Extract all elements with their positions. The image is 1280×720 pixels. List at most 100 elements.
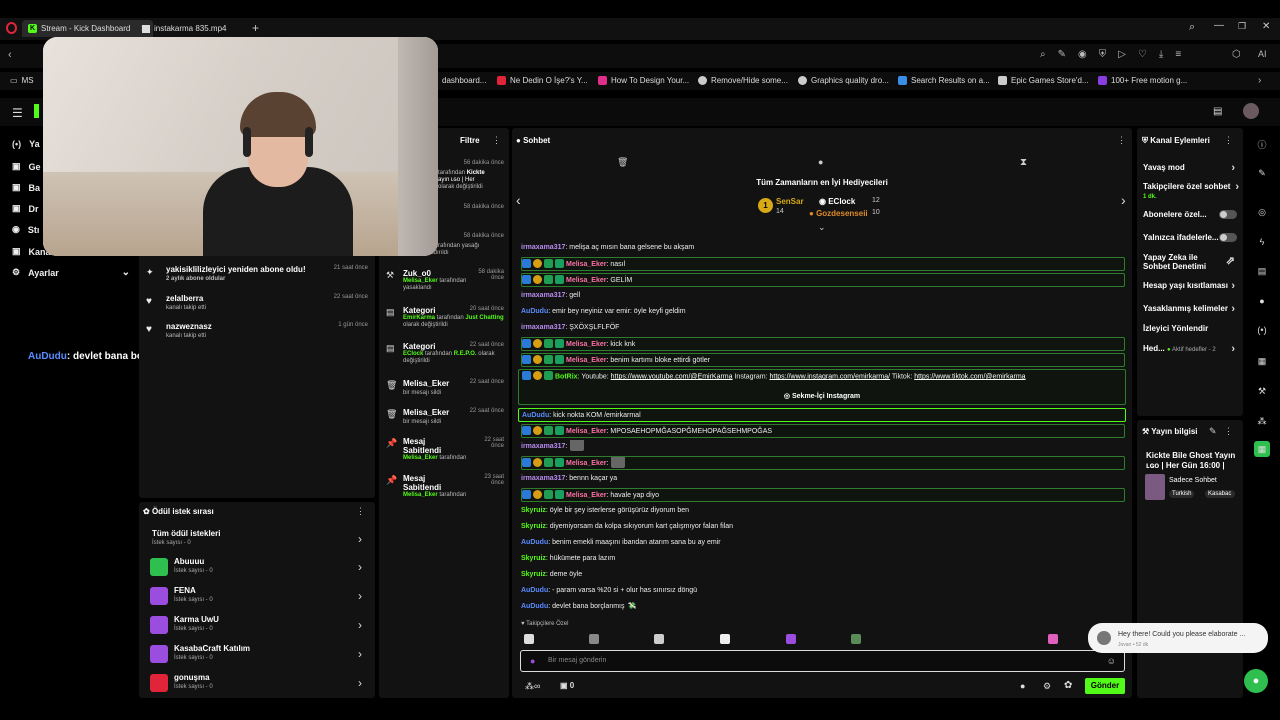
toggle-switch[interactable]: [1219, 210, 1237, 219]
chat-bubble-icon[interactable]: ●: [818, 157, 823, 167]
action-emotes-only[interactable]: Yalnızca ifadelerle...: [1143, 233, 1239, 242]
emote-icon[interactable]: [1048, 634, 1058, 644]
more-icon[interactable]: ⋮: [1224, 135, 1233, 146]
users-icon[interactable]: ⁂∞: [525, 681, 540, 692]
action-raid[interactable]: İzleyici Yönlendir: [1143, 324, 1239, 333]
bookmark-ms[interactable]: ▭ MS: [10, 76, 34, 85]
mic-icon[interactable]: ●: [530, 656, 535, 666]
bookmark-remove[interactable]: Remove/Hide some...: [698, 76, 788, 85]
share-icon[interactable]: ⁂: [1252, 411, 1272, 431]
prev-arrow-icon[interactable]: ‹: [516, 192, 521, 208]
more-icon[interactable]: ⋮: [1117, 135, 1126, 146]
notification-toast[interactable]: Hey there! Could you please elaborate ..…: [1088, 623, 1268, 653]
points-display[interactable]: ▣ 0: [560, 681, 574, 690]
heart-icon[interactable]: ♡: [1138, 49, 1147, 60]
action-banned-words[interactable]: Yasaklanmış kelimeler ›: [1143, 303, 1239, 315]
stream-category[interactable]: Sadece Sohbet: [1169, 477, 1217, 484]
next-arrow-icon[interactable]: ›: [1121, 192, 1126, 208]
inbox-icon[interactable]: ▤: [1213, 106, 1222, 117]
reward-item[interactable]: Karma UwU İstek sayısı - 0 ›: [150, 613, 362, 637]
instagram-tab-button[interactable]: ◎ Sekme-İçi Instagram: [519, 392, 1125, 400]
tag-badge[interactable]: Kasabac: [1205, 490, 1235, 498]
back-icon[interactable]: ‹: [8, 49, 12, 61]
reward-item[interactable]: FENA İstek sayısı - 0 ›: [150, 584, 362, 608]
emote-icon[interactable]: [786, 634, 796, 644]
shield-icon[interactable]: ⛨: [1099, 49, 1107, 60]
target-icon[interactable]: ◎: [1252, 202, 1272, 222]
category-thumbnail[interactable]: [1145, 474, 1165, 500]
chat-widget-button[interactable]: ●: [1244, 669, 1268, 693]
gifter-name[interactable]: SenSar: [776, 197, 804, 206]
reward-item[interactable]: gonuşma İstek sayısı - 0 ›: [150, 671, 362, 695]
bookmark-motion[interactable]: 100+ Free motion g...: [1098, 76, 1187, 85]
nav-item-2[interactable]: ▣ Ba: [12, 182, 40, 193]
gear-icon[interactable]: ⚙: [1043, 681, 1051, 692]
bookmark-graphics[interactable]: Graphics quality dro...: [798, 76, 889, 85]
tiktok-link[interactable]: https://www.tiktok.com/@emirkarma: [914, 373, 1025, 380]
instagram-link[interactable]: https://www.instagram.com/emirkarma/: [770, 373, 891, 380]
send-button[interactable]: Gönder: [1085, 678, 1125, 694]
nav-item-1[interactable]: ▣ Ge: [12, 161, 41, 172]
broadcast-icon[interactable]: (•): [1252, 320, 1272, 340]
emoji-icon[interactable]: ☺: [1107, 656, 1116, 666]
gift-icon[interactable]: ✿: [1064, 680, 1072, 691]
zoom-icon[interactable]: ⌕: [1040, 49, 1046, 60]
bookmark-design[interactable]: How To Design Your...: [598, 76, 689, 85]
extensions-icon[interactable]: ⬡: [1232, 49, 1241, 60]
trash-icon[interactable]: 🗑: [617, 157, 628, 168]
edit-icon[interactable]: ✎: [1209, 426, 1217, 437]
gifter-name[interactable]: ◉ EClock: [819, 197, 855, 206]
action-subscribers-only[interactable]: Abonelere özel...: [1143, 210, 1239, 219]
list-icon[interactable]: ▤: [1252, 261, 1272, 281]
nav-item-0[interactable]: (•) Ya: [12, 139, 40, 149]
avatar[interactable]: [1243, 103, 1259, 119]
emote-icon[interactable]: [720, 634, 730, 644]
collapse-icon[interactable]: ⌄: [818, 222, 826, 233]
more-icon[interactable]: ⋮: [356, 506, 365, 517]
more-icon[interactable]: ⋮: [492, 135, 501, 146]
action-ai-moderation[interactable]: Yapay Zeka ile Sohbet Denetimi ⇗: [1143, 253, 1239, 271]
toggle-switch[interactable]: [1219, 233, 1237, 242]
camera-icon[interactable]: ◉: [1078, 49, 1087, 60]
kick-logo[interactable]: [34, 104, 39, 118]
gifter-name[interactable]: ● Gozdesenseii: [809, 209, 868, 218]
chat-input[interactable]: ● Bir mesaj gönderin ☺: [520, 650, 1125, 672]
nav-item-3[interactable]: ▣ Dr: [12, 203, 39, 214]
reward-item[interactable]: KasabaCraft Katılım İstek sayısı - 0 ›: [150, 642, 362, 666]
more-icon[interactable]: ⋮: [1224, 426, 1233, 437]
minimize-icon[interactable]: —: [1214, 20, 1224, 31]
edit-icon[interactable]: ✎: [1058, 49, 1066, 60]
emote-icon[interactable]: [524, 634, 534, 644]
reward-all[interactable]: Tüm ödül istekleri İstek sayısı - 0 ›: [150, 527, 362, 551]
bookmark-youtube[interactable]: Ne Dedin O İşe?'s Y...: [497, 76, 588, 85]
action-followers-only[interactable]: Takipçilere özel sohbet 1 dk. ›: [1143, 181, 1239, 200]
tab-kick-dashboard[interactable]: KStream - Kick Dashboard✕: [22, 20, 154, 37]
download-icon[interactable]: ⤓: [1159, 49, 1163, 60]
new-tab-icon[interactable]: +: [252, 21, 259, 35]
wrench-icon[interactable]: ⚒: [1252, 381, 1272, 401]
maximize-icon[interactable]: ❐: [1238, 21, 1246, 32]
info-icon[interactable]: ⓘ: [1252, 134, 1272, 154]
hamburger-icon[interactable]: ☰: [12, 106, 23, 120]
tag-badge[interactable]: Turkish: [1169, 490, 1195, 498]
bookmark-epic[interactable]: Epic Games Store'd...: [998, 76, 1089, 85]
emote-icon[interactable]: [654, 634, 664, 644]
search-icon[interactable]: ⌕: [1189, 21, 1195, 34]
play-icon[interactable]: ▷: [1118, 49, 1126, 60]
filter-button[interactable]: Filtre: [460, 136, 480, 145]
youtube-link[interactable]: https://www.youtube.com/@EmirKarma: [611, 373, 733, 380]
opera-logo-icon[interactable]: [6, 22, 17, 34]
tab-video[interactable]: instakarma 835.mp4: [136, 20, 232, 37]
emote-icon[interactable]: [851, 634, 861, 644]
action-goals[interactable]: Hed... ● Aktif hedefler - 2 ›: [1143, 343, 1239, 355]
close-window-icon[interactable]: ✕: [1262, 21, 1270, 32]
action-account-age[interactable]: Hesap yaşı kısıtlaması ›: [1143, 280, 1239, 292]
bookmark-dashboard[interactable]: dashboard...: [442, 76, 486, 85]
hourglass-icon[interactable]: ⧗: [1020, 157, 1027, 168]
nav-settings[interactable]: ⚙ Ayarlar ⌄: [12, 267, 130, 278]
menu-icon[interactable]: ≡: [1175, 49, 1181, 60]
bookmark-search[interactable]: Search Results on a...: [898, 76, 990, 85]
chevron-right-icon[interactable]: ›: [1258, 75, 1261, 86]
chat-icon[interactable]: ●: [1252, 291, 1272, 311]
action-slow-mode[interactable]: Yavaş mod ›: [1143, 162, 1239, 174]
